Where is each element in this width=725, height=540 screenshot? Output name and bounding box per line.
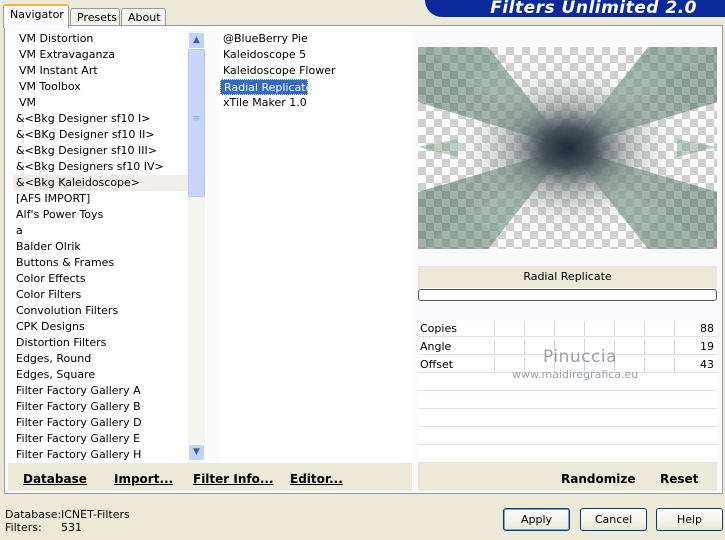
- category-item[interactable]: Buttons & Frames: [13, 255, 188, 271]
- param-empty: [418, 411, 717, 427]
- category-item[interactable]: &<Bkg Kaleidoscope>: [13, 175, 188, 191]
- param-label: Copies: [420, 322, 457, 335]
- filter-item[interactable]: @BlueBerry Pie: [220, 31, 410, 47]
- progress-bar: [418, 289, 717, 301]
- slider-ticks: [494, 321, 687, 336]
- status-database-value: ICNET-Filters: [61, 508, 130, 521]
- category-item[interactable]: Filter Factory Gallery H: [13, 447, 188, 462]
- import-button[interactable]: Import...: [114, 472, 173, 486]
- randomize-button[interactable]: Randomize: [561, 472, 635, 486]
- reset-button[interactable]: Reset: [660, 472, 698, 486]
- apply-button[interactable]: Apply: [503, 508, 570, 531]
- category-item[interactable]: VM Distortion: [13, 31, 188, 47]
- param-empty: [418, 447, 717, 463]
- category-item[interactable]: [AFS IMPORT]: [13, 191, 188, 207]
- category-item[interactable]: Color Effects: [13, 271, 188, 287]
- category-item[interactable]: Convolution Filters: [13, 303, 188, 319]
- category-scrollbar[interactable]: ▲ ≡ ▼: [188, 31, 205, 462]
- category-item[interactable]: CPK Designs: [13, 319, 188, 335]
- category-item[interactable]: &<Bkg Designer sf10 III>: [13, 143, 188, 159]
- category-item[interactable]: VM Extravaganza: [13, 47, 188, 63]
- category-item[interactable]: Edges, Round: [13, 351, 188, 367]
- category-item[interactable]: Filter Factory Gallery A: [13, 383, 188, 399]
- category-list[interactable]: VM Distortion VM Extravaganza VM Instant A…: [13, 31, 188, 462]
- param-copies[interactable]: Copies 88: [418, 321, 717, 337]
- status-database-label: Database:: [5, 508, 62, 521]
- filter-item[interactable]: Kaleidoscope 5: [220, 47, 410, 63]
- scroll-up-button[interactable]: ▲: [188, 32, 205, 49]
- app-banner: Filters Unlimited 2.0: [425, 0, 725, 18]
- filter-info-button[interactable]: Filter Info...: [193, 472, 274, 486]
- status-filters-label: Filters:: [5, 521, 42, 534]
- param-value: 43: [700, 358, 714, 371]
- filter-item[interactable]: Radial Replicate: [220, 79, 312, 95]
- category-item[interactable]: Filter Factory Gallery D: [13, 415, 188, 431]
- chevron-down-icon: ▼: [193, 447, 200, 457]
- param-label: Angle: [420, 340, 452, 353]
- param-empty: [418, 429, 717, 445]
- category-item[interactable]: Filter Factory Gallery E: [13, 431, 188, 447]
- tab-navigator[interactable]: Navigator: [3, 4, 69, 28]
- category-item[interactable]: &<BKg Designer sf10 II>: [13, 127, 188, 143]
- category-item[interactable]: a: [13, 223, 188, 239]
- category-item[interactable]: Balder Olrik: [13, 239, 188, 255]
- category-item[interactable]: Alf's Power Toys: [13, 207, 188, 223]
- category-item[interactable]: Distortion Filters: [13, 335, 188, 351]
- cancel-button[interactable]: Cancel: [580, 508, 647, 531]
- database-button[interactable]: Database: [23, 472, 87, 486]
- editor-button[interactable]: Editor...: [290, 472, 343, 486]
- status-filters-value: 531: [61, 521, 82, 534]
- category-item[interactable]: Filter Factory Gallery B: [13, 399, 188, 415]
- watermark-url: www.maidiregrafica.eu: [512, 368, 639, 381]
- scroll-down-button[interactable]: ▼: [188, 444, 205, 461]
- scroll-thumb[interactable]: ≡: [188, 49, 205, 197]
- grip-icon: ≡: [192, 114, 201, 124]
- category-item[interactable]: &<Bkg Designers sf10 IV>: [13, 159, 188, 175]
- category-item[interactable]: VM: [13, 95, 188, 111]
- param-label: Offset: [420, 358, 454, 371]
- category-item[interactable]: Edges, Square: [13, 367, 188, 383]
- category-item[interactable]: &<Bkg Designer sf10 I>: [13, 111, 188, 127]
- category-item[interactable]: Color Filters: [13, 287, 188, 303]
- preview-image: [418, 47, 717, 249]
- help-button[interactable]: Help: [656, 508, 723, 531]
- param-value: 19: [700, 340, 714, 353]
- watermark-title: Pinuccia: [543, 347, 617, 367]
- radial-effect-graphic: [418, 47, 717, 249]
- filter-list[interactable]: @BlueBerry Pie Kaleidoscope 5 Kaleidoscope…: [220, 31, 410, 462]
- app-title: Filters Unlimited 2.0: [490, 0, 697, 18]
- chevron-up-icon: ▲: [193, 35, 200, 45]
- category-item[interactable]: VM Toolbox: [13, 79, 188, 95]
- param-value: 88: [700, 322, 714, 335]
- category-item[interactable]: VM Instant Art: [13, 63, 188, 79]
- filter-item[interactable]: xTile Maker 1.0: [220, 95, 410, 111]
- filter-item[interactable]: Kaleidoscope Flower: [220, 63, 410, 79]
- filter-title: Radial Replicate: [418, 266, 717, 288]
- param-empty: [418, 393, 717, 409]
